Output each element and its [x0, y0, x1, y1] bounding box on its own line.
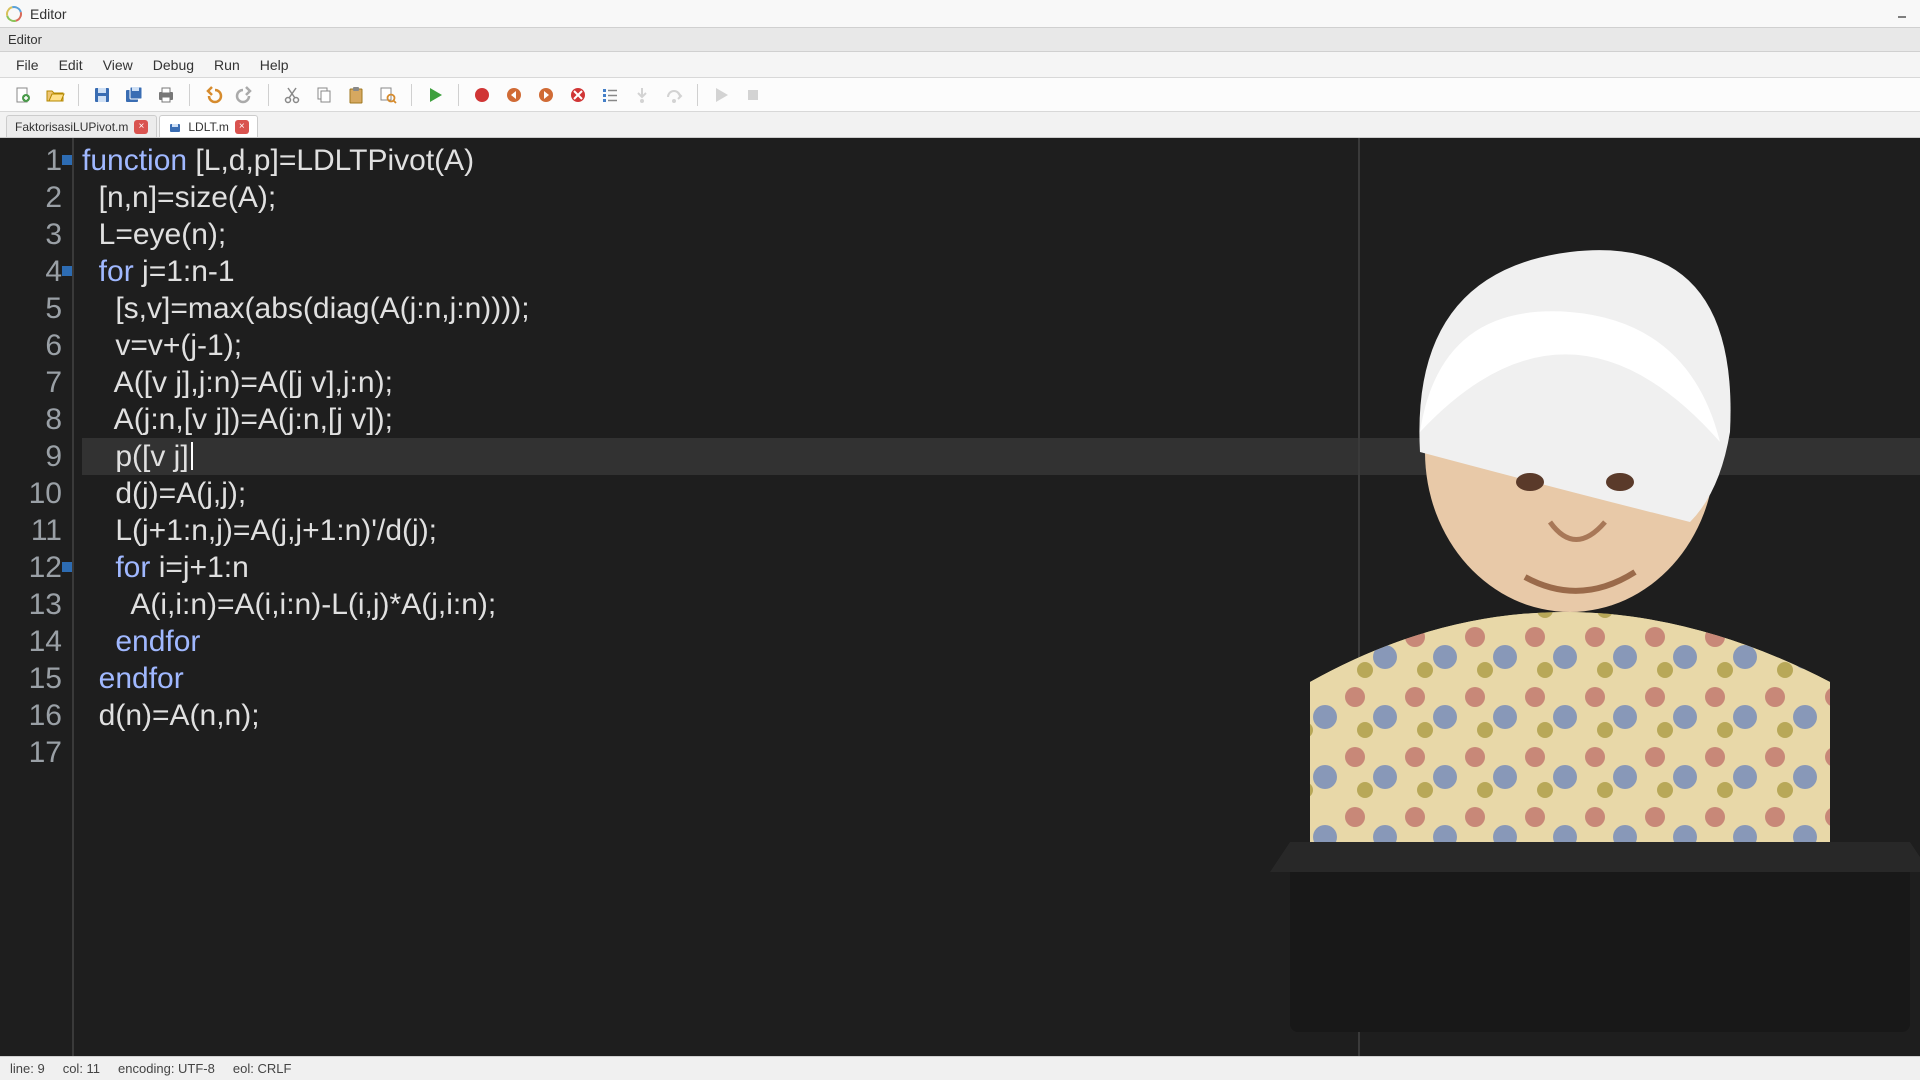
menubar: File Edit View Debug Run Help: [0, 52, 1920, 78]
code-line[interactable]: endfor: [82, 623, 1920, 660]
tab-faktorisasi[interactable]: FaktorisasiLUPivot.m ×: [6, 115, 157, 137]
line-number: 6: [0, 327, 62, 364]
line-number: 15: [0, 660, 62, 697]
window-title: Editor: [30, 6, 67, 22]
code-area[interactable]: function [L,d,p]=LDLTPivot(A) [n,n]=size…: [74, 138, 1920, 1056]
subheader-text: Editor: [8, 32, 42, 47]
menu-help[interactable]: Help: [250, 54, 299, 76]
line-number: 3: [0, 216, 62, 253]
status-line: line: 9: [10, 1061, 45, 1076]
step-over-button[interactable]: [659, 81, 689, 109]
line-number: 7: [0, 364, 62, 401]
line-number: 14: [0, 623, 62, 660]
code-line[interactable]: A(i,i:n)=A(i,i:n)-L(i,j)*A(j,i:n);: [82, 586, 1920, 623]
margin-guide: [1358, 138, 1360, 1056]
tab-label: FaktorisasiLUPivot.m: [15, 120, 128, 134]
close-tab-icon[interactable]: ×: [235, 120, 249, 134]
minimize-button[interactable]: [1890, 5, 1914, 23]
code-line[interactable]: function [L,d,p]=LDLTPivot(A): [82, 142, 1920, 179]
line-number: 11: [0, 512, 62, 549]
line-number: 5: [0, 290, 62, 327]
print-button[interactable]: [151, 81, 181, 109]
titlebar: Editor: [0, 0, 1920, 28]
cut-button[interactable]: [277, 81, 307, 109]
code-line[interactable]: d(n)=A(n,n);: [82, 697, 1920, 734]
run-button[interactable]: [420, 81, 450, 109]
line-number: 17: [0, 734, 62, 771]
line-number: 9: [0, 438, 62, 475]
status-encoding: encoding: UTF-8: [118, 1061, 215, 1076]
code-line[interactable]: v=v+(j-1);: [82, 327, 1920, 364]
file-icon: [168, 120, 182, 134]
menu-debug[interactable]: Debug: [143, 54, 204, 76]
toolbar: [0, 78, 1920, 112]
halt-button[interactable]: [738, 81, 768, 109]
code-line[interactable]: A([v j],j:n)=A([j v],j:n);: [82, 364, 1920, 401]
tab-label: LDLT.m: [188, 120, 228, 134]
line-number: 10: [0, 475, 62, 512]
save-all-button[interactable]: [119, 81, 149, 109]
line-number: 12: [0, 549, 62, 586]
line-number: 1: [0, 142, 62, 179]
step-forward-button[interactable]: [531, 81, 561, 109]
code-line[interactable]: L=eye(n);: [82, 216, 1920, 253]
code-line[interactable]: for j=1:n-1: [82, 253, 1920, 290]
code-line[interactable]: p([v j]: [82, 438, 1920, 475]
new-file-button[interactable]: [8, 81, 38, 109]
line-number: 8: [0, 401, 62, 438]
code-line[interactable]: d(j)=A(j,j);: [82, 475, 1920, 512]
open-button[interactable]: [40, 81, 70, 109]
undo-button[interactable]: [198, 81, 228, 109]
sub-header: Editor: [0, 28, 1920, 52]
code-line[interactable]: L(j+1:n,j)=A(j,j+1:n)'/d(j);: [82, 512, 1920, 549]
code-editor[interactable]: 1234567891011121314151617 function [L,d,…: [0, 138, 1920, 1056]
line-number: 2: [0, 179, 62, 216]
gutter: 1234567891011121314151617: [0, 138, 74, 1056]
status-eol: eol: CRLF: [233, 1061, 292, 1076]
fold-marker[interactable]: [62, 155, 72, 165]
close-tab-icon[interactable]: ×: [134, 120, 148, 134]
redo-button[interactable]: [230, 81, 260, 109]
code-line[interactable]: A(j:n,[v j])=A(j:n,[j v]);: [82, 401, 1920, 438]
code-line[interactable]: [s,v]=max(abs(diag(A(j:n,j:n))));: [82, 290, 1920, 327]
find-button[interactable]: [373, 81, 403, 109]
menu-file[interactable]: File: [6, 54, 49, 76]
code-line[interactable]: for i=j+1:n: [82, 549, 1920, 586]
tab-ldlt[interactable]: LDLT.m ×: [159, 115, 257, 137]
step-back-button[interactable]: [499, 81, 529, 109]
stop-button[interactable]: [563, 81, 593, 109]
text-caret: [191, 442, 193, 470]
code-line[interactable]: [n,n]=size(A);: [82, 179, 1920, 216]
menu-run[interactable]: Run: [204, 54, 250, 76]
breakpoints-button[interactable]: [595, 81, 625, 109]
statusbar: line: 9 col: 11 encoding: UTF-8 eol: CRL…: [0, 1056, 1920, 1080]
menu-view[interactable]: View: [93, 54, 143, 76]
breakpoint-button[interactable]: [467, 81, 497, 109]
status-col: col: 11: [63, 1061, 100, 1076]
step-into-button[interactable]: [627, 81, 657, 109]
line-number: 16: [0, 697, 62, 734]
line-number: 13: [0, 586, 62, 623]
code-line[interactable]: endfor: [82, 660, 1920, 697]
menu-edit[interactable]: Edit: [49, 54, 93, 76]
fold-marker[interactable]: [62, 266, 72, 276]
code-line[interactable]: [82, 734, 1920, 771]
continue-button[interactable]: [706, 81, 736, 109]
tabbar: FaktorisasiLUPivot.m × LDLT.m ×: [0, 112, 1920, 138]
line-number: 4: [0, 253, 62, 290]
app-icon: [3, 3, 25, 25]
save-button[interactable]: [87, 81, 117, 109]
fold-marker[interactable]: [62, 562, 72, 572]
paste-button[interactable]: [341, 81, 371, 109]
copy-button[interactable]: [309, 81, 339, 109]
